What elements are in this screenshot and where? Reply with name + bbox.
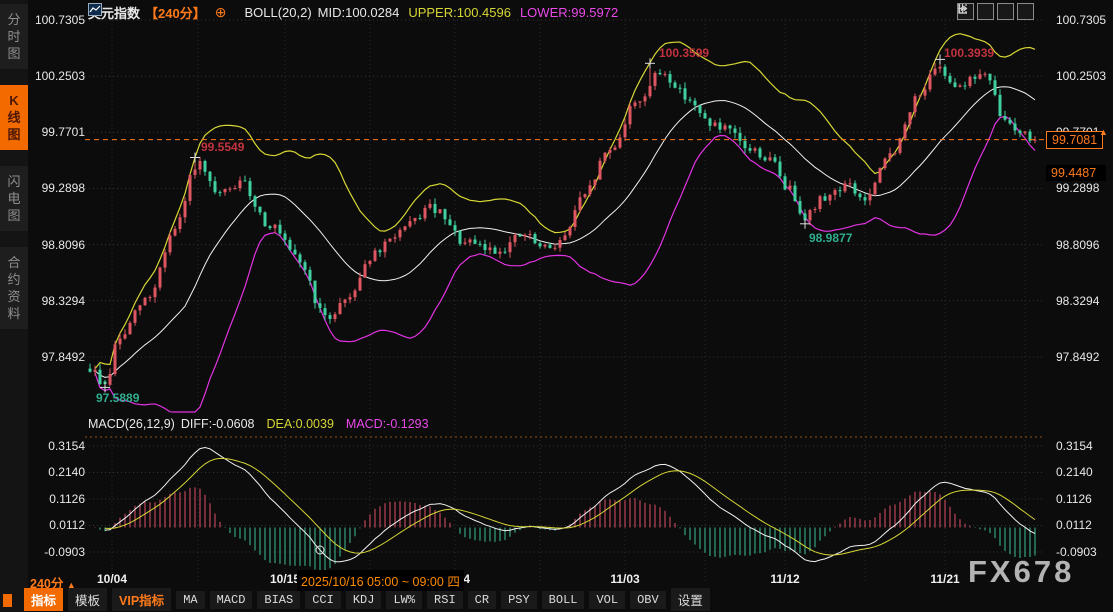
price-tick-right: 100.2503: [1056, 69, 1106, 83]
annotation-high: 99.5549: [201, 140, 244, 154]
annotation-high: 100.3599: [659, 46, 709, 60]
sidebar-item-timeline[interactable]: 分时图: [0, 4, 28, 69]
macd-tick-right: 0.2140: [1056, 465, 1093, 479]
boll-mid-value: MID:100.0284: [318, 5, 400, 20]
tab-vol[interactable]: VOL: [589, 591, 625, 609]
period-tag: 【240分】: [145, 3, 206, 22]
tab-templates[interactable]: 模板: [68, 588, 107, 611]
last-price-box: 99.7081: [1046, 131, 1103, 149]
boll-label: BOLL(20,2): [244, 5, 311, 20]
date-tick: 11/03: [610, 572, 639, 586]
macd-tick-left: 0.3154: [30, 439, 85, 453]
date-tick: 11/21: [930, 572, 959, 586]
tab-ma[interactable]: MA: [176, 591, 204, 609]
tab-macd[interactable]: MACD: [210, 591, 253, 609]
chart-toolbar: [957, 3, 1034, 20]
macd-tick-right: 0.0112: [1056, 518, 1092, 532]
trading-app-window: 分时图 K线图 闪电图 合约资料 美元指数 【240分】 ⊕ BOLL(20,2…: [0, 0, 1113, 612]
chart-header: 美元指数 【240分】 ⊕ BOLL(20,2) MID:100.0284 UP…: [88, 3, 618, 22]
sidebar-item-contract-info[interactable]: 合约资料: [0, 247, 28, 329]
price-tick-left: 100.2503: [30, 69, 85, 83]
tab-settings[interactable]: 设置: [671, 588, 710, 611]
macd-tick-right: 0.3154: [1056, 439, 1093, 453]
price-tick-left: 97.8492: [30, 350, 85, 364]
boll-upper-value: UPPER:100.4596: [408, 5, 511, 20]
tab-cci[interactable]: CCI: [305, 591, 341, 609]
macd-tick-right: 0.1126: [1056, 492, 1092, 506]
tab-vip-indicators[interactable]: VIP指标: [112, 588, 171, 611]
sidebar-item-kline[interactable]: K线图: [0, 85, 28, 150]
indicator-toolbar: 指标 模板 VIP指标 MA MACD BIAS CCI KDJ LW% RSI…: [24, 588, 710, 611]
annotation-low: 97.5889: [96, 391, 139, 405]
price-tick-left: 100.7305: [30, 13, 85, 27]
tab-cr[interactable]: CR: [468, 591, 496, 609]
price-tick-right: 97.8492: [1056, 350, 1099, 364]
zoom-in-axis-icon[interactable]: [977, 3, 994, 20]
price-tick-left: 99.2898: [30, 181, 85, 195]
tab-kdj[interactable]: KDJ: [346, 591, 382, 609]
macd-title: MACD(26,12,9): [88, 417, 175, 431]
macd-tick-left: 0.0112: [30, 518, 85, 532]
price-tick-left: 99.7701: [30, 125, 85, 139]
chart-canvas[interactable]: [0, 0, 1113, 612]
macd-dea-value: DEA:0.0039: [266, 417, 333, 431]
sidebar-item-flash[interactable]: 闪电图: [0, 166, 28, 231]
tab-indicators[interactable]: 指标: [24, 588, 63, 611]
annotation-low: 98.9877: [809, 231, 852, 245]
macd-diff-value: DIFF:-0.0608: [181, 417, 255, 431]
tab-boll[interactable]: BOLL: [542, 591, 585, 609]
tab-psy[interactable]: PSY: [501, 591, 537, 609]
pan-right-icon[interactable]: [1017, 3, 1034, 20]
boll-lower-value: LOWER:99.5972: [520, 5, 618, 20]
chart-type-sidebar: 分时图 K线图 闪电图 合约资料: [0, 0, 28, 612]
date-tick: 10/04: [97, 572, 127, 586]
tab-rsi[interactable]: RSI: [427, 591, 463, 609]
zoom-out-axis-icon[interactable]: [997, 3, 1014, 20]
price-tick-right: 98.3294: [1056, 294, 1099, 308]
price-tick-left: 98.8096: [30, 238, 85, 252]
price-tick-right: 99.2898: [1056, 181, 1099, 195]
secondary-price-label: 99.4487: [1046, 165, 1106, 181]
add-indicator-icon[interactable]: ⊕: [215, 4, 227, 21]
price-tick-left: 98.3294: [30, 294, 85, 308]
annotation-high: 100.3939: [944, 46, 994, 60]
price-tick-right: 100.7305: [1056, 13, 1106, 27]
macd-tick-left: 0.1126: [30, 492, 85, 506]
resize-handle[interactable]: [3, 594, 12, 607]
tab-bias[interactable]: BIAS: [257, 591, 300, 609]
date-tick: 11/12: [770, 572, 799, 586]
macd-tick-left: -0.0903: [30, 545, 85, 559]
date-tick: 10/15: [270, 572, 300, 586]
macd-macd-value: MACD:-0.1293: [346, 417, 429, 431]
tab-lw[interactable]: LW%: [386, 591, 422, 609]
price-tick-right: 98.8096: [1056, 238, 1099, 252]
tab-obv[interactable]: OBV: [630, 591, 666, 609]
macd-tick-left: 0.2140: [30, 465, 85, 479]
price-up-arrow-icon: ▲: [1099, 127, 1108, 137]
site-watermark: FX678: [968, 554, 1074, 590]
macd-header: MACD(26,12,9) DIFF:-0.0608 DEA:0.0039 MA…: [88, 417, 429, 431]
